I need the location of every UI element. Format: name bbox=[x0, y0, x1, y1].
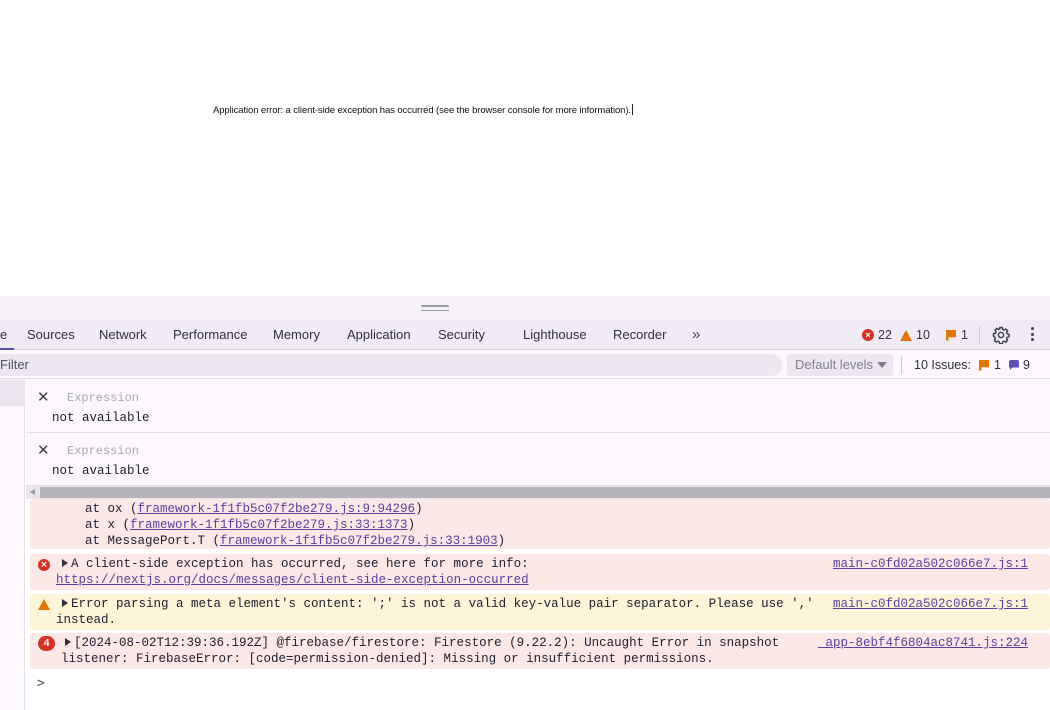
console-area: ✕ Expression not available ✕ Expression … bbox=[0, 380, 1050, 710]
devtools-resize-bar[interactable] bbox=[0, 296, 1050, 320]
issue-flag-icon bbox=[978, 359, 989, 371]
page-viewport: Application error: a client-side excepti… bbox=[0, 0, 1050, 296]
tab-performance[interactable]: Performance bbox=[173, 320, 247, 350]
warning-count-button[interactable]: 10 bbox=[900, 320, 930, 350]
tab-console-active[interactable]: e bbox=[0, 320, 7, 350]
console-error-message: × A client-side exception has occurred, … bbox=[30, 554, 1050, 590]
message-source-link[interactable]: main-c0fd02a502c066e7.js:1 bbox=[833, 597, 1028, 611]
stack-frame: at MessagePort.T (framework-1f1fb5c07f2b… bbox=[85, 534, 506, 548]
stack-frame-link[interactable]: framework-1f1fb5c07f2be279.js:33:1903 bbox=[220, 534, 498, 548]
stack-frame: at ox (framework-1f1fb5c07f2be279.js:9:9… bbox=[85, 502, 423, 516]
close-icon[interactable]: ✕ bbox=[37, 441, 50, 459]
tab-security[interactable]: Security bbox=[438, 320, 485, 350]
message-text[interactable]: [2024-08-02T12:39:36.192Z] @firebase/fir… bbox=[65, 636, 779, 650]
issue-flag-icon bbox=[946, 329, 956, 341]
stack-trace-message: at ox (framework-1f1fb5c07f2be279.js:9:9… bbox=[30, 499, 1050, 549]
message-text[interactable]: A client-side exception has occurred, se… bbox=[62, 557, 529, 571]
divider bbox=[979, 326, 980, 344]
more-options-icon[interactable] bbox=[1029, 327, 1035, 343]
expand-triangle-icon[interactable] bbox=[62, 599, 68, 607]
expand-triangle-icon[interactable] bbox=[65, 638, 71, 646]
console-prompt-icon[interactable]: > bbox=[37, 676, 45, 691]
tab-recorder[interactable]: Recorder bbox=[613, 320, 666, 350]
expand-triangle-icon[interactable] bbox=[62, 559, 68, 567]
stack-frame: at x (framework-1f1fb5c07f2be279.js:33:1… bbox=[85, 518, 416, 532]
chevron-down-icon bbox=[877, 362, 887, 368]
issues-summary-label: 10 Issues: bbox=[914, 358, 971, 372]
text-caret bbox=[631, 104, 633, 115]
settings-gear-icon[interactable] bbox=[992, 326, 1010, 344]
message-text-continued: listener: FirebaseError: [code=permissio… bbox=[61, 652, 714, 666]
live-expression: ✕ Expression not available bbox=[26, 433, 1050, 486]
expression-value: not available bbox=[52, 411, 150, 425]
more-tabs-icon[interactable]: » bbox=[692, 320, 700, 350]
issue-count-button[interactable]: 1 bbox=[946, 320, 968, 350]
sidebar-selected-item[interactable] bbox=[0, 380, 25, 406]
issues-summary-button[interactable]: 10 Issues: 1 9 bbox=[914, 354, 1030, 376]
warning-icon bbox=[900, 329, 912, 341]
issues-flag-count: 1 bbox=[993, 358, 1001, 372]
console-warning-message: Error parsing a meta element's content: … bbox=[30, 594, 1050, 630]
console-error-message: 4 [2024-08-02T12:39:36.192Z] @firebase/f… bbox=[30, 633, 1050, 669]
live-expression: ✕ Expression not available bbox=[26, 380, 1050, 433]
error-icon: × bbox=[38, 559, 50, 571]
filter-input[interactable]: Filter bbox=[0, 354, 782, 376]
application-error-message: Application error: a client-side excepti… bbox=[213, 104, 633, 116]
message-text-continued: instead. bbox=[56, 613, 117, 627]
issue-count: 1 bbox=[961, 328, 968, 342]
issues-message-count: 9 bbox=[1022, 358, 1030, 372]
tab-memory[interactable]: Memory bbox=[273, 320, 320, 350]
error-count: 22 bbox=[878, 328, 892, 342]
tab-network[interactable]: Network bbox=[99, 320, 147, 350]
tab-application[interactable]: Application bbox=[347, 320, 411, 350]
expression-input[interactable]: Expression bbox=[67, 391, 139, 405]
message-source-link[interactable]: _app-8ebf4f6804ac8741.js:224 bbox=[818, 636, 1028, 650]
drag-handle-icon[interactable] bbox=[421, 305, 449, 311]
log-levels-dropdown[interactable]: Default levels bbox=[787, 354, 893, 376]
error-count-button[interactable]: × 22 bbox=[862, 320, 892, 350]
scrollbar-thumb[interactable] bbox=[40, 487, 1050, 498]
error-icon: × bbox=[862, 329, 874, 341]
stack-frame-link[interactable]: framework-1f1fb5c07f2be279.js:9:94296 bbox=[138, 502, 416, 516]
console-sidebar bbox=[0, 380, 25, 710]
tab-sources[interactable]: Sources bbox=[27, 320, 75, 350]
active-tab-indicator bbox=[0, 348, 14, 350]
tab-lighthouse[interactable]: Lighthouse bbox=[523, 320, 587, 350]
console-filter-bar: Filter Default levels 10 Issues: 1 9 bbox=[0, 351, 1050, 379]
warning-count: 10 bbox=[916, 328, 930, 342]
close-icon[interactable]: ✕ bbox=[37, 388, 50, 406]
devtools-tabbar: e Sources Network Performance Memory App… bbox=[0, 320, 1050, 350]
message-source-link[interactable]: main-c0fd02a502c066e7.js:1 bbox=[833, 557, 1028, 571]
log-levels-label: Default levels bbox=[795, 357, 874, 372]
horizontal-scrollbar[interactable] bbox=[26, 486, 1050, 499]
error-text: Application error: a client-side excepti… bbox=[213, 105, 631, 116]
message-text[interactable]: Error parsing a meta element's content: … bbox=[62, 597, 814, 611]
scroll-left-icon[interactable] bbox=[30, 489, 35, 495]
expression-value: not available bbox=[52, 464, 150, 478]
expression-input[interactable]: Expression bbox=[67, 444, 139, 458]
warning-icon bbox=[38, 599, 50, 610]
devtools-panel: e Sources Network Performance Memory App… bbox=[0, 296, 1050, 710]
repeat-count-badge: 4 bbox=[38, 636, 55, 651]
stack-frame-link[interactable]: framework-1f1fb5c07f2be279.js:33:1373 bbox=[130, 518, 408, 532]
message-bubble-icon bbox=[1008, 360, 1019, 370]
message-link[interactable]: https://nextjs.org/docs/messages/client-… bbox=[56, 573, 529, 587]
divider bbox=[901, 356, 902, 374]
